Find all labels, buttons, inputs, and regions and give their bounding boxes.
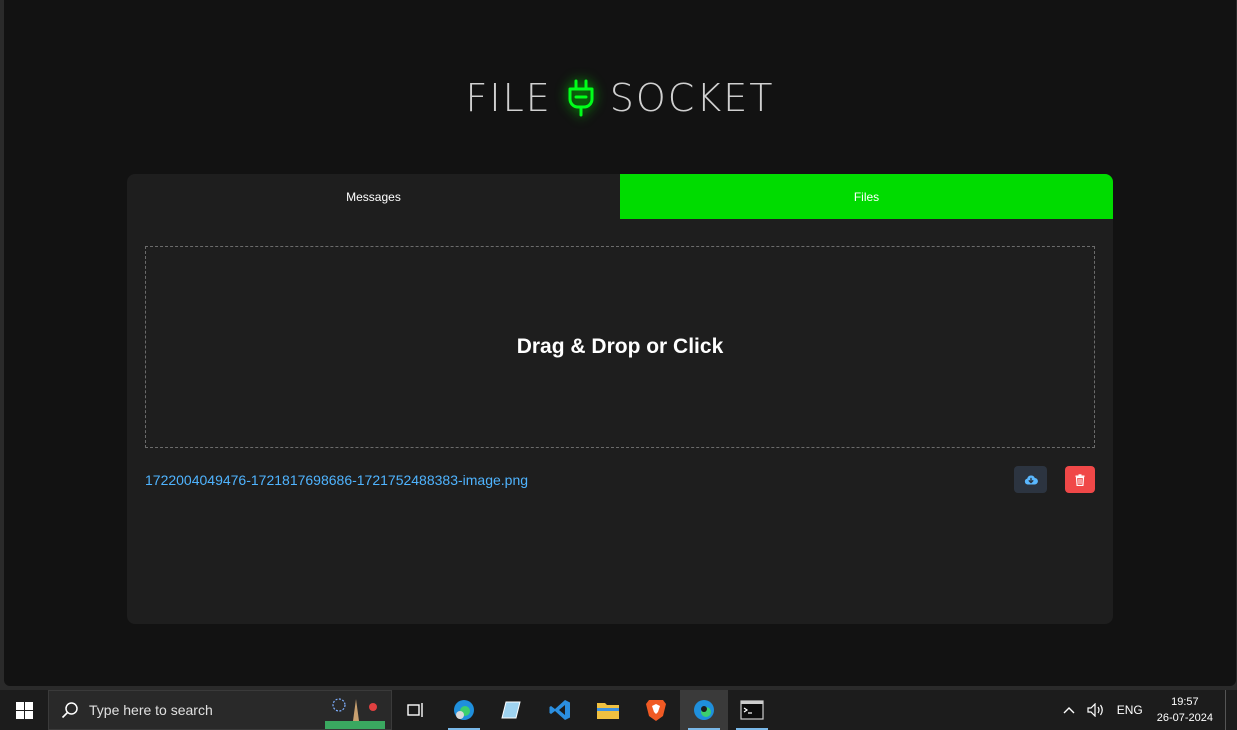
- taskbar-clock[interactable]: 19:57 26-07-2024: [1149, 694, 1225, 726]
- brand-logo: FILE SOCKET: [4, 72, 1236, 124]
- dropzone-label: Drag & Drop or Click: [516, 335, 724, 358]
- show-hidden-icons-button[interactable]: [1057, 706, 1081, 714]
- windows-taskbar: Type here to search ENG 19:57 26-07-2024: [0, 690, 1237, 730]
- language-indicator[interactable]: ENG: [1111, 703, 1149, 717]
- notepad-icon: [501, 701, 521, 719]
- speaker-icon: [1087, 703, 1103, 717]
- clock-time: 19:57: [1171, 696, 1199, 708]
- main-card: Messages Files Drag & Drop or Click 1722…: [127, 174, 1113, 624]
- start-button[interactable]: [0, 690, 48, 730]
- file-explorer-icon: [597, 703, 619, 719]
- search-highlight-art-icon: [325, 698, 385, 729]
- brand-text-right: SOCKET: [609, 76, 775, 120]
- trash-icon: [1075, 473, 1085, 486]
- file-dropzone[interactable]: Drag & Drop or Click: [145, 246, 1095, 448]
- volume-button[interactable]: [1081, 703, 1111, 717]
- plug-icon: [568, 79, 594, 117]
- brand-text-left: FILE: [465, 76, 552, 120]
- terminal-icon: [740, 700, 764, 720]
- tab-messages[interactable]: Messages: [127, 174, 620, 219]
- taskbar-app-vscode[interactable]: [536, 690, 584, 730]
- taskbar-app-brave[interactable]: [632, 690, 680, 730]
- download-button[interactable]: [1014, 466, 1047, 493]
- app-window: FILE SOCKET Messages Files Drag & Drop o…: [4, 0, 1236, 686]
- chevron-up-icon: [1063, 707, 1075, 714]
- windows-logo-icon: [15, 701, 33, 719]
- system-tray: ENG 19:57 26-07-2024: [1057, 690, 1237, 730]
- brave-icon: [646, 700, 666, 721]
- tab-files[interactable]: Files: [620, 174, 1113, 219]
- cloud-download-icon: [1024, 475, 1038, 485]
- taskbar-app-file-explorer[interactable]: [584, 690, 632, 730]
- taskbar-app-edge-profile[interactable]: [440, 690, 488, 730]
- taskbar-search-box[interactable]: Type here to search: [48, 690, 392, 730]
- file-name-link[interactable]: 1722004049476-1721817698686-172175248838…: [145, 472, 528, 488]
- edge-profile-icon: [454, 700, 474, 720]
- taskbar-app-notepad[interactable]: [488, 690, 536, 730]
- tab-bar: Messages Files: [127, 174, 1113, 219]
- search-icon: [61, 702, 78, 719]
- search-placeholder: Type here to search: [89, 702, 213, 718]
- vscode-icon: [549, 700, 570, 720]
- task-view-button[interactable]: [392, 690, 440, 730]
- taskbar-app-edge[interactable]: [680, 690, 728, 730]
- show-desktop-button[interactable]: [1225, 690, 1237, 730]
- taskbar-app-terminal[interactable]: [728, 690, 776, 730]
- delete-button[interactable]: [1065, 466, 1095, 493]
- edge-icon: [694, 700, 714, 720]
- file-list-item: 1722004049476-1721817698686-172175248838…: [145, 466, 1095, 494]
- clock-date: 26-07-2024: [1156, 712, 1213, 724]
- task-view-icon: [407, 703, 423, 717]
